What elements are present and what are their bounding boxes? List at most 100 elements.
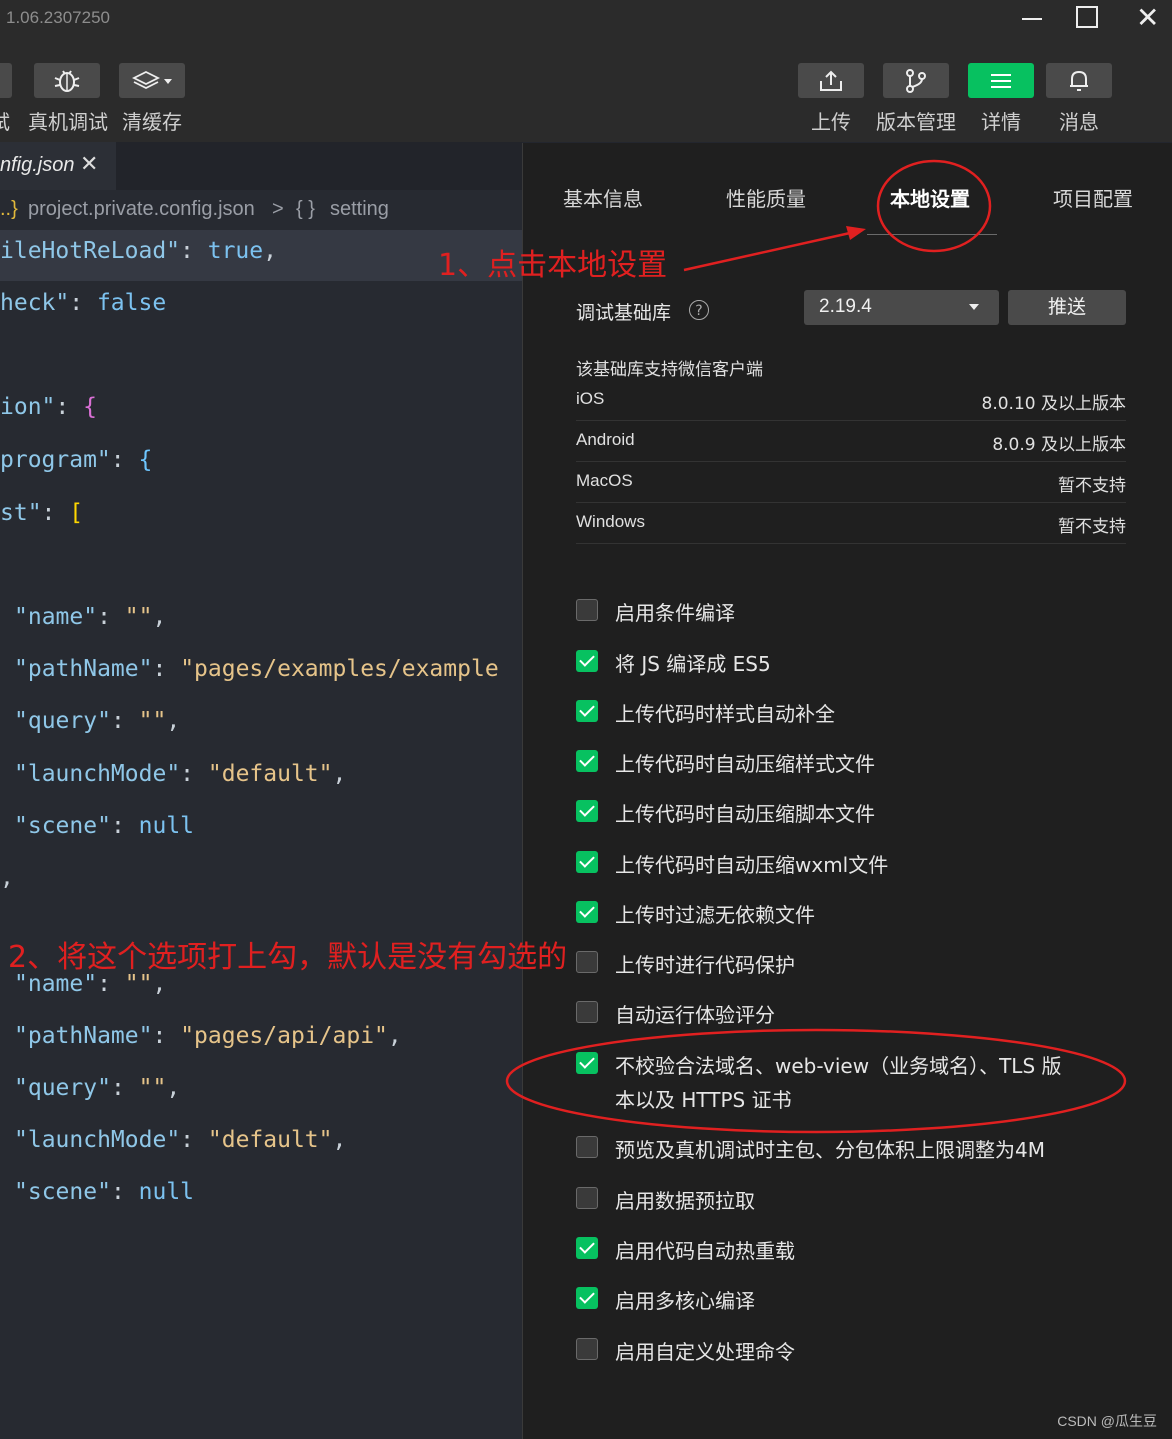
details-button[interactable]	[968, 63, 1034, 98]
partial-toolbar-button[interactable]	[0, 63, 12, 98]
checkbox-checked-icon[interactable]	[576, 700, 598, 722]
support-row: Windows 暂不支持	[576, 502, 1126, 544]
bug-icon	[54, 69, 80, 92]
debug-lib-version: 2.19.4	[819, 296, 872, 317]
maximize-icon[interactable]	[1076, 4, 1116, 36]
debug-device-button[interactable]	[34, 63, 100, 98]
tab-basic-info[interactable]: 基本信息	[563, 183, 643, 212]
details-label: 详情	[981, 110, 1021, 134]
watermark: CSDN @瓜生豆	[1057, 1413, 1157, 1429]
code-line: ion": {	[0, 394, 97, 420]
setting-option-label: 启用条件编译	[615, 601, 735, 625]
platform-support: 暂不支持	[1058, 517, 1126, 537]
checkbox-unchecked-icon[interactable]	[576, 1187, 598, 1209]
support-row: MacOS 暂不支持	[576, 461, 1126, 503]
title-toolbar: 1.06.2307250 ✕ 试 真机调试 清缓存 上传	[0, 0, 1172, 142]
clear-cache-label: 清缓存	[122, 110, 182, 134]
checkbox-unchecked-icon[interactable]	[576, 951, 598, 973]
debug-lib-select[interactable]: 2.19.4	[804, 290, 999, 325]
code-line: "launchMode": "default",	[14, 761, 347, 787]
checkbox-checked-icon[interactable]	[576, 901, 598, 923]
breadcrumb-file[interactable]: project.private.config.json	[28, 198, 255, 221]
details-panel: 基本信息 性能质量 本地设置 项目配置 调试基础库 ? 2.19.4 推送 该基…	[522, 143, 1172, 1439]
branch-icon	[906, 68, 926, 93]
setting-option-label: 上传时进行代码保护	[615, 953, 795, 977]
code-line: heck": false	[0, 290, 167, 316]
checkbox-unchecked-icon[interactable]	[576, 1136, 598, 1158]
app-version: 1.06.2307250	[6, 8, 110, 27]
code-line: program": {	[0, 447, 153, 473]
code-line: ileHotReLoad": true,	[0, 238, 277, 264]
breadcrumb-node[interactable]: setting	[330, 198, 389, 221]
code-line: "query": "",	[14, 1075, 181, 1101]
checkbox-checked-icon[interactable]	[576, 650, 598, 672]
platform-name: iOS	[576, 389, 605, 408]
setting-option-label: 自动运行体验评分	[615, 1003, 775, 1027]
setting-option-label: 预览及真机调试时主包、分包体积上限调整为4M	[615, 1138, 1045, 1162]
code-line: "launchMode": "default",	[14, 1127, 347, 1153]
platform-support: 暂不支持	[1058, 476, 1126, 496]
platform-support: 8.0.9 及以上版本	[992, 435, 1126, 455]
debug-device-label: 真机调试	[28, 110, 108, 134]
tab-project-config[interactable]: 项目配置	[1053, 183, 1133, 212]
minimize-icon[interactable]	[1022, 4, 1062, 36]
code-line: ,	[0, 865, 14, 891]
tab-local-settings[interactable]: 本地设置	[890, 183, 970, 212]
editor-tab-config[interactable]: nfig.json ✕	[0, 142, 116, 190]
code-line: "pathName": "pages/examples/example	[14, 656, 499, 682]
platform-name: MacOS	[576, 471, 633, 490]
code-line: "scene": null	[14, 1179, 195, 1205]
setting-option-label: 不校验合法域名、web-view（业务域名）、TLS 版	[615, 1054, 1062, 1078]
breadcrumb-json-icon: ..}	[0, 198, 18, 220]
support-row: Android 8.0.9 及以上版本	[576, 420, 1126, 462]
platform-name: Windows	[576, 512, 645, 531]
editor-tab-label: nfig.json	[0, 154, 75, 176]
layers-icon	[132, 70, 172, 89]
checkbox-unchecked-icon[interactable]	[576, 1001, 598, 1023]
upload-icon	[820, 70, 842, 91]
checkbox-checked-icon[interactable]	[576, 1052, 598, 1074]
help-icon[interactable]: ?	[689, 300, 709, 320]
breadcrumb: ..} project.private.config.json > { } se…	[0, 190, 522, 228]
checkbox-checked-icon[interactable]	[576, 851, 598, 873]
code-line: "pathName": "pages/api/api",	[14, 1023, 402, 1049]
setting-option-label: 将 JS 编译成 ES5	[615, 652, 771, 676]
setting-option-label: 上传代码时自动压缩样式文件	[615, 752, 875, 776]
breadcrumb-separator: >	[272, 198, 284, 220]
upload-label: 上传	[811, 110, 851, 134]
setting-option-label: 启用自定义处理命令	[615, 1340, 795, 1364]
support-title: 该基础库支持微信客户端	[576, 360, 763, 380]
upload-button[interactable]	[798, 63, 864, 98]
support-row: iOS 8.0.10 及以上版本	[576, 379, 1126, 421]
checkbox-checked-icon[interactable]	[576, 1287, 598, 1309]
setting-option-label: 启用代码自动热重载	[615, 1239, 795, 1263]
menu-icon	[991, 73, 1011, 88]
active-tab-indicator	[867, 234, 997, 235]
close-icon[interactable]: ✕	[1136, 4, 1172, 36]
messages-button[interactable]	[1046, 63, 1112, 98]
chevron-down-icon	[969, 304, 979, 310]
checkbox-unchecked-icon[interactable]	[576, 1338, 598, 1360]
platform-support: 8.0.10 及以上版本	[981, 394, 1126, 414]
debug-lib-label: 调试基础库	[576, 302, 672, 324]
setting-option-label: 启用多核心编译	[615, 1289, 755, 1313]
checkbox-checked-icon[interactable]	[576, 800, 598, 822]
version-manage-button[interactable]	[883, 63, 949, 98]
checkbox-checked-icon[interactable]	[576, 1237, 598, 1259]
tab-close-icon[interactable]: ✕	[80, 152, 98, 177]
checkbox-unchecked-icon[interactable]	[576, 599, 598, 621]
breadcrumb-object-icon: { }	[296, 198, 315, 220]
code-editor[interactable]: nfig.json ✕ ..} project.private.config.j…	[0, 142, 522, 1439]
push-button[interactable]: 推送	[1008, 290, 1126, 325]
clear-cache-button[interactable]	[119, 63, 185, 98]
editor-tab-bar: nfig.json ✕	[0, 142, 522, 190]
messages-label: 消息	[1059, 110, 1099, 134]
setting-option-label: 上传代码时样式自动补全	[615, 702, 835, 726]
tab-performance[interactable]: 性能质量	[726, 183, 806, 212]
annotation-step2: 2、将这个选项打上勾，默认是没有勾选的	[8, 940, 568, 975]
setting-option-label: 上传代码时自动压缩脚本文件	[615, 802, 875, 826]
checkbox-checked-icon[interactable]	[576, 750, 598, 772]
setting-option-label: 上传时过滤无依赖文件	[615, 903, 815, 927]
setting-option-label: 上传代码时自动压缩wxml文件	[615, 853, 889, 877]
code-line: "scene": null	[14, 813, 195, 839]
